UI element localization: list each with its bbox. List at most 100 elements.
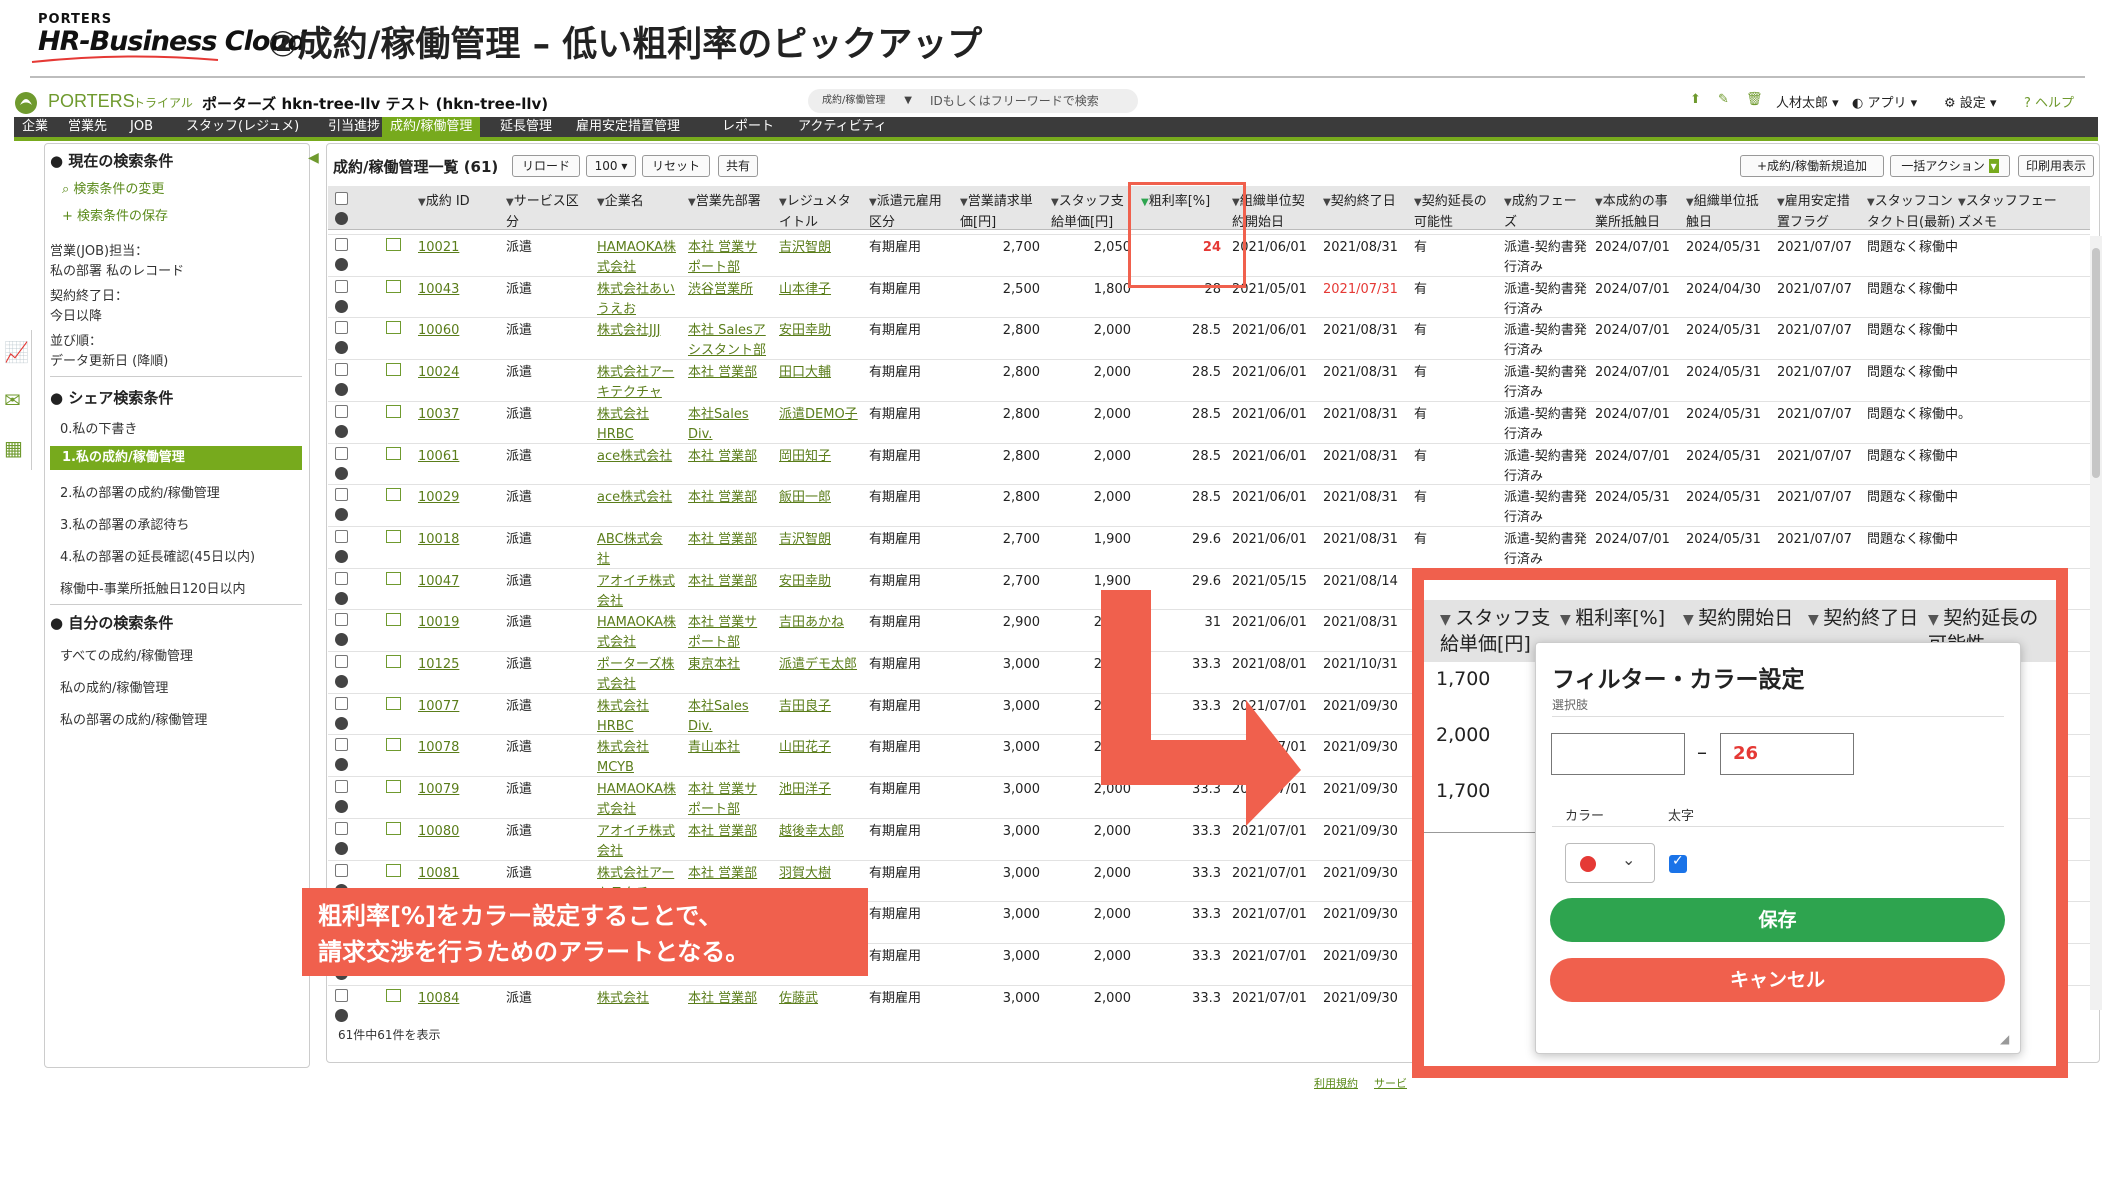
reset-button[interactable]: リセット: [642, 155, 710, 177]
row-detail-icon[interactable]: [386, 780, 401, 794]
table-cell-dept[interactable]: 本社 営業部: [688, 822, 776, 842]
table-link-company[interactable]: 株式会社 HRBC: [597, 699, 649, 734]
table-link-company[interactable]: ace株式会社: [597, 490, 672, 505]
table-link-id[interactable]: 10043: [418, 282, 459, 297]
row-menu-icon[interactable]: [335, 1008, 348, 1022]
table-link-staff[interactable]: 越後幸太郎: [779, 824, 844, 839]
column-header[interactable]: ▼スタッフコン タクト日(最新): [1867, 192, 1955, 233]
nav-item[interactable]: JOB: [122, 117, 161, 137]
table-link-dept[interactable]: 本社 営業部: [688, 991, 757, 1006]
table-cell-dept[interactable]: 渋谷営業所: [688, 280, 776, 300]
table-cell-dept[interactable]: 本社 営業部: [688, 989, 776, 1009]
row-checkbox[interactable]: [335, 238, 348, 251]
table-cell-id[interactable]: 10019: [418, 613, 506, 633]
table-cell-company[interactable]: 株式会社 HRBC: [597, 405, 685, 445]
sort-filter-icon[interactable]: ▼: [1051, 197, 1059, 208]
table-link-staff[interactable]: 吉沢智朗: [779, 240, 831, 255]
sort-filter-icon[interactable]: ▼: [688, 197, 696, 208]
sort-filter-icon[interactable]: ▼: [506, 197, 514, 208]
row-detail-icon[interactable]: [386, 529, 401, 543]
row-menu-icon[interactable]: [335, 258, 348, 271]
table-cell-id[interactable]: 10043: [418, 280, 506, 300]
table-link-company[interactable]: ポーターズ株 式会社: [597, 657, 674, 692]
table-link-dept[interactable]: 本社 営業部: [688, 365, 757, 380]
table-cell-company[interactable]: アオイチ株式 会社: [597, 572, 685, 612]
nav-item[interactable]: 延長管理: [492, 117, 560, 137]
table-cell-id[interactable]: 10018: [418, 530, 506, 550]
row-checkbox[interactable]: [335, 988, 348, 1002]
table-cell-company[interactable]: ABC株式会 社: [597, 530, 685, 570]
mail-icon[interactable]: ✉: [4, 388, 21, 412]
nav-item[interactable]: 雇用安定措置管理: [568, 117, 688, 137]
table-link-staff[interactable]: 羽賀大樹: [779, 866, 831, 881]
column-header[interactable]: ▼営業請求単 価[円]: [960, 192, 1033, 233]
sort-filter-icon[interactable]: ▼: [960, 197, 968, 208]
row-menu-icon[interactable]: [335, 716, 348, 730]
table-cell-staff[interactable]: 岡田知子: [779, 447, 867, 467]
table-link-staff[interactable]: 派遣DEMO子: [779, 407, 858, 422]
row-checkbox[interactable]: [335, 613, 348, 627]
sort-filter-icon[interactable]: ▼: [779, 197, 787, 208]
table-link-id[interactable]: 10029: [418, 490, 459, 505]
terms-link[interactable]: 利用規約: [1314, 1075, 1358, 1091]
table-cell-dept[interactable]: 本社 営業部: [688, 530, 776, 550]
table-cell-id[interactable]: 10080: [418, 822, 506, 842]
row-menu-icon[interactable]: [335, 841, 348, 855]
table-cell-dept[interactable]: 本社Sales Div.: [688, 405, 776, 445]
table-link-dept[interactable]: 本社 営業部: [688, 824, 757, 839]
table-link-staff[interactable]: 安田幸助: [779, 323, 831, 338]
trash-icon[interactable]: 🗑: [1746, 92, 1763, 107]
table-link-company[interactable]: 株式会社あい うえお: [597, 282, 675, 317]
row-menu-icon[interactable]: [335, 591, 348, 605]
print-view-button[interactable]: 印刷用表示: [2018, 155, 2094, 177]
sort-filter-icon[interactable]: ▼: [1323, 197, 1331, 208]
share-search-item[interactable]: 稼働中-事業所抵触日120日以内: [60, 578, 246, 597]
range-from-input[interactable]: [1551, 733, 1685, 775]
table-link-company[interactable]: HAMAOKA株 式会社: [597, 615, 676, 650]
row-checkbox[interactable]: [335, 655, 348, 668]
sort-filter-icon[interactable]: ▼: [1504, 197, 1512, 208]
table-link-dept[interactable]: 本社 営業部: [688, 490, 757, 505]
table-link-staff[interactable]: 山田花子: [779, 740, 831, 755]
table-link-id[interactable]: 10081: [418, 866, 459, 881]
column-header[interactable]: ▼派遣元雇用 区分: [869, 192, 942, 233]
table-cell-dept[interactable]: 本社 営業サ ポート部: [688, 613, 776, 653]
table-cell-company[interactable]: アオイチ株式 会社: [597, 822, 685, 862]
row-detail-icon[interactable]: [386, 696, 401, 710]
table-cell-id[interactable]: 10060: [418, 321, 506, 341]
table-cell-dept[interactable]: 本社 営業部: [688, 572, 776, 592]
table-link-company[interactable]: アオイチ株式 会社: [597, 574, 675, 609]
table-cell-company[interactable]: 株式会社JJJ: [597, 321, 685, 341]
search-scope-select[interactable]: 成約/稼働管理 ▼: [808, 89, 920, 113]
bulk-action-button[interactable]: 一括アクション ▾: [1890, 155, 2010, 177]
row-detail-icon[interactable]: [386, 404, 401, 418]
table-cell-id[interactable]: 10047: [418, 572, 506, 592]
row-checkbox[interactable]: [335, 738, 348, 752]
table-cell-id[interactable]: 10078: [418, 738, 506, 758]
add-record-button[interactable]: +成約/稼働新規追加: [1740, 155, 1884, 177]
table-cell-staff[interactable]: 吉沢智朗: [779, 238, 867, 258]
table-link-staff[interactable]: 飯田一郎: [779, 490, 831, 505]
table-cell-staff[interactable]: 吉田あかね: [779, 613, 867, 633]
table-cell-dept[interactable]: 東京本社: [688, 655, 776, 675]
nav-item[interactable]: 引当進捗: [320, 117, 388, 137]
sort-filter-icon[interactable]: ▼: [1777, 197, 1785, 208]
table-cell-id[interactable]: 10021: [418, 238, 506, 258]
table-link-dept[interactable]: 本社 営業部: [688, 532, 757, 547]
table-cell-staff[interactable]: 田口大輔: [779, 363, 867, 383]
scrollbar-thumb[interactable]: [2092, 248, 2100, 478]
table-cell-id[interactable]: 10037: [418, 405, 506, 425]
collapse-icon[interactable]: ◀: [308, 150, 319, 166]
row-checkbox[interactable]: [335, 404, 348, 418]
row-menu-icon[interactable]: [335, 549, 348, 563]
calendar-icon[interactable]: ▦: [4, 436, 23, 460]
sort-filter-icon[interactable]: ▼: [418, 197, 426, 208]
table-link-id[interactable]: 10018: [418, 532, 459, 547]
help-link[interactable]: ? ヘルプ: [2024, 92, 2074, 111]
table-link-company[interactable]: ABC株式会 社: [597, 532, 663, 567]
user-menu[interactable]: 人材太郎 ▾: [1776, 92, 1839, 111]
table-cell-staff[interactable]: 吉田良子: [779, 697, 867, 717]
table-link-staff[interactable]: 吉田あかね: [779, 615, 844, 630]
table-link-company[interactable]: HAMAOKA株 式会社: [597, 782, 676, 817]
color-select[interactable]: ⌄: [1565, 843, 1655, 883]
